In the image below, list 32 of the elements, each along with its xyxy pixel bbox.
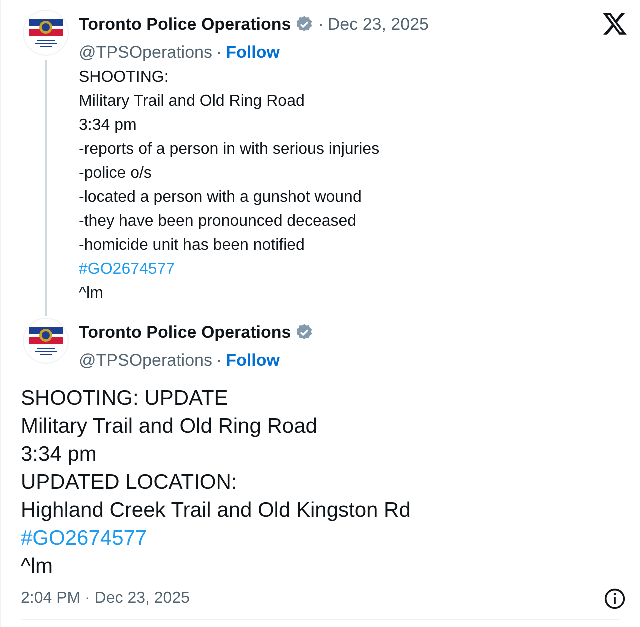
police-logo-icon — [28, 325, 64, 357]
avatar[interactable] — [23, 318, 69, 364]
post-text-line: UPDATED LOCATION: — [21, 471, 238, 494]
post-text-line: -homicide unit has been notified — [79, 237, 305, 254]
post-text-line: -police o/s — [79, 165, 152, 182]
post-text-line: Highland Creek Trail and Old Kingston Rd — [21, 499, 411, 522]
x-logo-icon[interactable] — [602, 12, 628, 36]
post-text-line: SHOOTING: — [79, 69, 169, 86]
follow-link[interactable]: Follow — [226, 348, 280, 373]
post-text-line: 3:34 pm — [21, 443, 97, 466]
author-name[interactable]: Toronto Police Operations — [79, 12, 292, 38]
post-text-line: ^lm — [21, 555, 54, 578]
post-text-line: Military Trail and Old Ring Road — [79, 93, 305, 110]
police-logo-icon — [28, 17, 64, 49]
follow-link[interactable]: Follow — [226, 40, 280, 65]
separator-dot: · — [216, 42, 222, 64]
author-handle: @TPSOperations — [79, 42, 212, 64]
separator-dot: · — [216, 350, 222, 372]
post-text-line: ^lm — [79, 285, 104, 302]
post-text-line: SHOOTING: UPDATE — [21, 387, 228, 410]
author-handle: @TPSOperations — [79, 350, 212, 372]
post-text-line: -located a person with a gunshot wound — [79, 189, 362, 206]
separator-dot: · — [318, 14, 324, 36]
avatar[interactable] — [23, 10, 69, 56]
info-icon[interactable] — [604, 588, 626, 610]
post-date[interactable]: Dec 23, 2025 — [328, 12, 430, 38]
post-text-line: Military Trail and Old Ring Road — [21, 415, 318, 438]
post-timestamp[interactable]: 2:04 PM · Dec 23, 2025 — [21, 587, 190, 611]
author-name[interactable]: Toronto Police Operations — [79, 320, 292, 346]
post-text-line: 3:34 pm — [79, 117, 137, 134]
post-text-line: -reports of a person in with serious injuries — [79, 141, 380, 158]
post-text-line: -they have been pronounced deceased — [79, 213, 357, 230]
